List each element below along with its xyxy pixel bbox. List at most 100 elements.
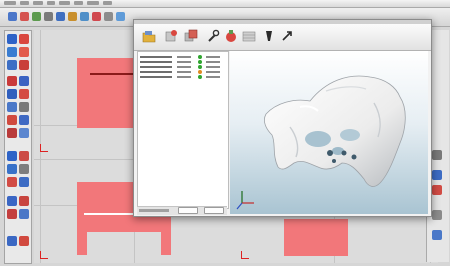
view-side-icon[interactable] bbox=[432, 230, 442, 240]
grid-icon[interactable] bbox=[80, 12, 89, 21]
misc-icon[interactable] bbox=[104, 12, 113, 21]
menu-item[interactable] bbox=[87, 1, 99, 5]
layer-tool-icon[interactable] bbox=[7, 128, 17, 138]
axis-indicator bbox=[40, 144, 48, 152]
list-item[interactable] bbox=[140, 75, 226, 79]
list-item[interactable] bbox=[140, 65, 226, 69]
menu-item[interactable] bbox=[103, 1, 112, 5]
part-count bbox=[177, 71, 191, 73]
dimension-tool-icon[interactable] bbox=[7, 76, 17, 86]
misc-icon[interactable] bbox=[116, 12, 125, 21]
revolve-tool-icon[interactable] bbox=[7, 89, 17, 99]
part-size bbox=[206, 66, 220, 68]
print-prep-dialog bbox=[133, 19, 432, 217]
fillet-tool-icon[interactable] bbox=[19, 89, 29, 99]
zoom-icon[interactable] bbox=[44, 12, 53, 21]
part-name bbox=[140, 56, 172, 58]
part-block[interactable] bbox=[77, 58, 141, 128]
cube-icon[interactable] bbox=[8, 12, 17, 21]
view-front-icon[interactable] bbox=[432, 185, 442, 195]
menu-item[interactable] bbox=[74, 1, 83, 5]
import-part-icon[interactable] bbox=[164, 29, 178, 43]
help-tool-icon[interactable] bbox=[7, 236, 17, 246]
axis-indicator bbox=[40, 251, 48, 259]
part-count bbox=[177, 76, 191, 78]
menu-item[interactable] bbox=[33, 1, 43, 5]
part-name bbox=[140, 76, 172, 78]
3d-preview-viewport[interactable] bbox=[230, 51, 428, 214]
part-list[interactable] bbox=[137, 51, 229, 209]
pan-icon[interactable] bbox=[56, 12, 65, 21]
boolean-tool-icon[interactable] bbox=[7, 102, 17, 112]
section-tool-icon[interactable] bbox=[19, 151, 29, 161]
copy-part-icon[interactable] bbox=[184, 29, 198, 43]
material-tool-icon[interactable] bbox=[19, 177, 29, 187]
extrude-tool-icon[interactable] bbox=[19, 76, 29, 86]
select-icon[interactable] bbox=[20, 12, 29, 21]
part-block[interactable] bbox=[284, 219, 348, 256]
move-tool-icon[interactable] bbox=[19, 102, 29, 112]
mirror-tool-icon[interactable] bbox=[7, 115, 17, 125]
dialog-button[interactable] bbox=[204, 207, 224, 214]
part-block[interactable] bbox=[77, 232, 87, 255]
part-size bbox=[206, 56, 220, 58]
status-ok-icon bbox=[198, 60, 202, 64]
part-size bbox=[206, 71, 220, 73]
status-ok-icon bbox=[198, 75, 202, 79]
repair-icon[interactable] bbox=[224, 29, 238, 43]
app-menu-bar bbox=[0, 0, 450, 8]
list-item[interactable] bbox=[140, 70, 226, 74]
part-size bbox=[206, 61, 220, 63]
line-tool-icon[interactable] bbox=[7, 34, 17, 44]
menu-item[interactable] bbox=[4, 1, 16, 5]
export-icon[interactable] bbox=[280, 29, 294, 43]
part-block[interactable] bbox=[161, 232, 171, 255]
circle-tool-icon[interactable] bbox=[19, 47, 29, 57]
slice-icon[interactable] bbox=[242, 29, 256, 43]
array-tool-icon[interactable] bbox=[19, 115, 29, 125]
part-name bbox=[140, 66, 172, 68]
part-edge-line bbox=[84, 213, 140, 215]
status-ok-icon bbox=[198, 65, 202, 69]
view-tool-icon[interactable] bbox=[7, 151, 17, 161]
export-tool-icon[interactable] bbox=[19, 209, 29, 219]
status-warning-icon bbox=[198, 70, 202, 74]
axis-indicator bbox=[241, 251, 249, 259]
polygon-tool-icon[interactable] bbox=[7, 60, 17, 70]
view-top-icon[interactable] bbox=[432, 210, 442, 220]
dialog-button[interactable] bbox=[178, 207, 198, 214]
list-item[interactable] bbox=[140, 55, 226, 59]
color-tool-icon[interactable] bbox=[19, 128, 29, 138]
arc-tool-icon[interactable] bbox=[19, 34, 29, 44]
status-ok-icon bbox=[198, 55, 202, 59]
measure-tool-icon[interactable] bbox=[7, 196, 17, 206]
rectangle-tool-icon[interactable] bbox=[7, 47, 17, 57]
settings-icon[interactable] bbox=[92, 12, 101, 21]
check-tool-icon[interactable] bbox=[19, 196, 29, 206]
tool-palette bbox=[4, 30, 32, 264]
part-count bbox=[177, 61, 191, 63]
menu-item[interactable] bbox=[47, 1, 55, 5]
open-folder-icon[interactable] bbox=[142, 29, 156, 43]
menu-item[interactable] bbox=[59, 1, 70, 5]
info-tool-icon[interactable] bbox=[19, 236, 29, 246]
print-icon[interactable] bbox=[262, 29, 276, 43]
wrench-icon[interactable] bbox=[206, 29, 220, 43]
printed-part-model[interactable] bbox=[230, 51, 428, 214]
list-item[interactable] bbox=[140, 60, 226, 64]
camera-tool-icon[interactable] bbox=[19, 164, 29, 174]
menu-item[interactable] bbox=[20, 1, 29, 5]
nav-cube-icon[interactable] bbox=[432, 150, 442, 160]
dialog-toolbar bbox=[134, 24, 431, 51]
part-edge-line bbox=[90, 73, 134, 75]
zoom-fit-icon[interactable] bbox=[432, 170, 442, 180]
text-tool-icon[interactable] bbox=[19, 60, 29, 70]
snap-icon[interactable] bbox=[68, 12, 77, 21]
part-size bbox=[206, 76, 220, 78]
render-tool-icon[interactable] bbox=[7, 177, 17, 187]
print-tool-icon[interactable] bbox=[7, 209, 17, 219]
light-tool-icon[interactable] bbox=[7, 164, 17, 174]
rotate-icon[interactable] bbox=[32, 12, 41, 21]
axis-triad-icon bbox=[236, 191, 254, 210]
part-count bbox=[177, 66, 191, 68]
